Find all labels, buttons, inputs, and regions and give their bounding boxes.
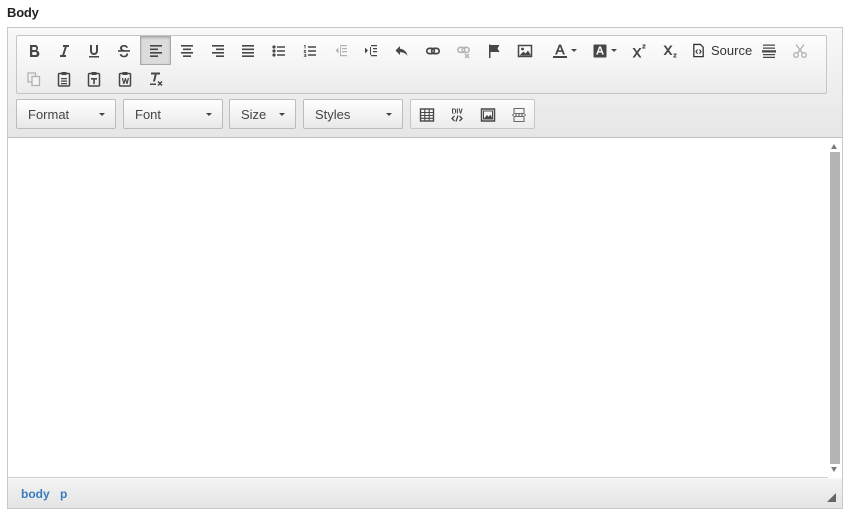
image-icon: [517, 44, 533, 57]
link-button[interactable]: [418, 37, 448, 64]
field-label: Body: [7, 5, 39, 20]
resize-handle-icon[interactable]: [827, 493, 836, 502]
size-dropdown-arrow-icon: [279, 113, 285, 116]
indent-button[interactable]: [356, 37, 386, 64]
format-dropdown-arrow-icon: [99, 113, 105, 116]
underline-icon: [89, 44, 99, 57]
superscript-icon: [632, 44, 646, 57]
align-left-button[interactable]: [140, 36, 171, 65]
content-scrollbar[interactable]: [828, 138, 842, 478]
link-icon: [425, 47, 441, 54]
horizontal-line-icon: [762, 44, 776, 58]
align-left-icon: [149, 44, 162, 57]
page-break-button[interactable]: [504, 101, 534, 128]
anchor-flag-button[interactable]: [479, 37, 509, 64]
paste-from-word-button[interactable]: [110, 65, 140, 92]
indent-icon: [365, 44, 377, 56]
numbered-list-icon: [303, 44, 316, 57]
text-color-icon: [552, 44, 567, 58]
italic-button[interactable]: [49, 37, 79, 64]
strikethrough-button[interactable]: [109, 37, 139, 64]
scroll-up-arrow-icon[interactable]: [831, 144, 837, 149]
underline-button[interactable]: [79, 37, 109, 64]
unlink-button[interactable]: [449, 37, 479, 64]
remove-format-button[interactable]: [141, 65, 171, 92]
bulleted-list-button[interactable]: [264, 37, 294, 64]
subscript-icon: [663, 45, 677, 57]
table-icon: [419, 107, 435, 122]
source-icon: [693, 43, 704, 58]
horizontal-line-button[interactable]: [754, 37, 784, 64]
copy-button[interactable]: [19, 65, 49, 92]
editor-content-area[interactable]: [8, 138, 842, 478]
page-break-icon: [512, 107, 526, 122]
flag-icon: [489, 44, 500, 58]
italic-icon: [60, 44, 69, 57]
paste-icon: [57, 71, 71, 87]
size-dropdown-label: Size: [241, 106, 267, 122]
styles-dropdown[interactable]: Styles: [303, 99, 403, 129]
source-label: Source: [711, 43, 753, 58]
paste-text-icon: [87, 71, 101, 87]
table-button[interactable]: [412, 101, 442, 128]
superscript-button[interactable]: [624, 37, 654, 64]
div-icon: [451, 108, 463, 122]
paste-word-icon: [118, 71, 132, 87]
insert-image-frame-button[interactable]: [473, 101, 503, 128]
text-color-caret: [570, 49, 577, 52]
align-center-icon: [181, 44, 193, 57]
remove-format-icon: [150, 72, 163, 86]
unlink-icon: [456, 46, 470, 59]
align-justify-icon: [242, 44, 254, 57]
undo-icon: [395, 45, 408, 56]
align-right-icon: [212, 44, 224, 57]
editor-status-bar: body p: [8, 479, 842, 508]
copy-icon: [27, 71, 41, 86]
numbered-list-button[interactable]: [295, 37, 325, 64]
styles-dropdown-arrow-icon: [386, 113, 392, 116]
align-justify-button[interactable]: [233, 37, 263, 64]
paste-button[interactable]: [49, 65, 79, 92]
outdent-button[interactable]: [326, 37, 356, 64]
undo-button[interactable]: [387, 37, 417, 64]
toolbar-group-main: Source: [16, 35, 827, 94]
font-dropdown[interactable]: Font: [123, 99, 223, 129]
background-color-caret: [610, 49, 617, 52]
font-dropdown-arrow-icon: [206, 113, 212, 116]
font-dropdown-label: Font: [135, 106, 162, 122]
element-path-body[interactable]: body: [21, 487, 50, 501]
scrollbar-thumb[interactable]: [830, 152, 840, 464]
format-dropdown-label: Format: [28, 106, 70, 122]
background-color-button[interactable]: [585, 37, 623, 64]
source-button[interactable]: Source: [687, 37, 756, 64]
subscript-button[interactable]: [655, 37, 685, 64]
size-dropdown[interactable]: Size: [229, 99, 296, 129]
scissors-icon: [793, 43, 807, 58]
scroll-down-arrow-icon[interactable]: [831, 467, 837, 472]
toolbar-group-insert: [410, 99, 535, 129]
format-dropdown[interactable]: Format: [16, 99, 116, 129]
text-color-button[interactable]: [545, 37, 583, 64]
align-center-button[interactable]: [172, 37, 202, 64]
styles-dropdown-label: Styles: [315, 106, 351, 122]
element-path-p[interactable]: p: [60, 487, 67, 501]
bold-icon: [30, 44, 40, 57]
cut-button[interactable]: [785, 37, 815, 64]
rich-text-editor: Source Format Font Size Styles body p: [7, 27, 843, 509]
image-frame-icon: [480, 107, 496, 122]
create-div-button[interactable]: [442, 101, 472, 128]
image-button[interactable]: [510, 37, 540, 64]
editor-toolbar: Source Format Font Size Styles: [8, 28, 842, 138]
bold-button[interactable]: [19, 37, 49, 64]
background-color-icon: [593, 44, 606, 57]
bulleted-list-icon: [272, 44, 285, 57]
paste-as-plain-text-button[interactable]: [79, 65, 109, 92]
align-right-button[interactable]: [203, 37, 233, 64]
outdent-icon: [335, 44, 347, 56]
strikethrough-icon: [118, 44, 130, 57]
